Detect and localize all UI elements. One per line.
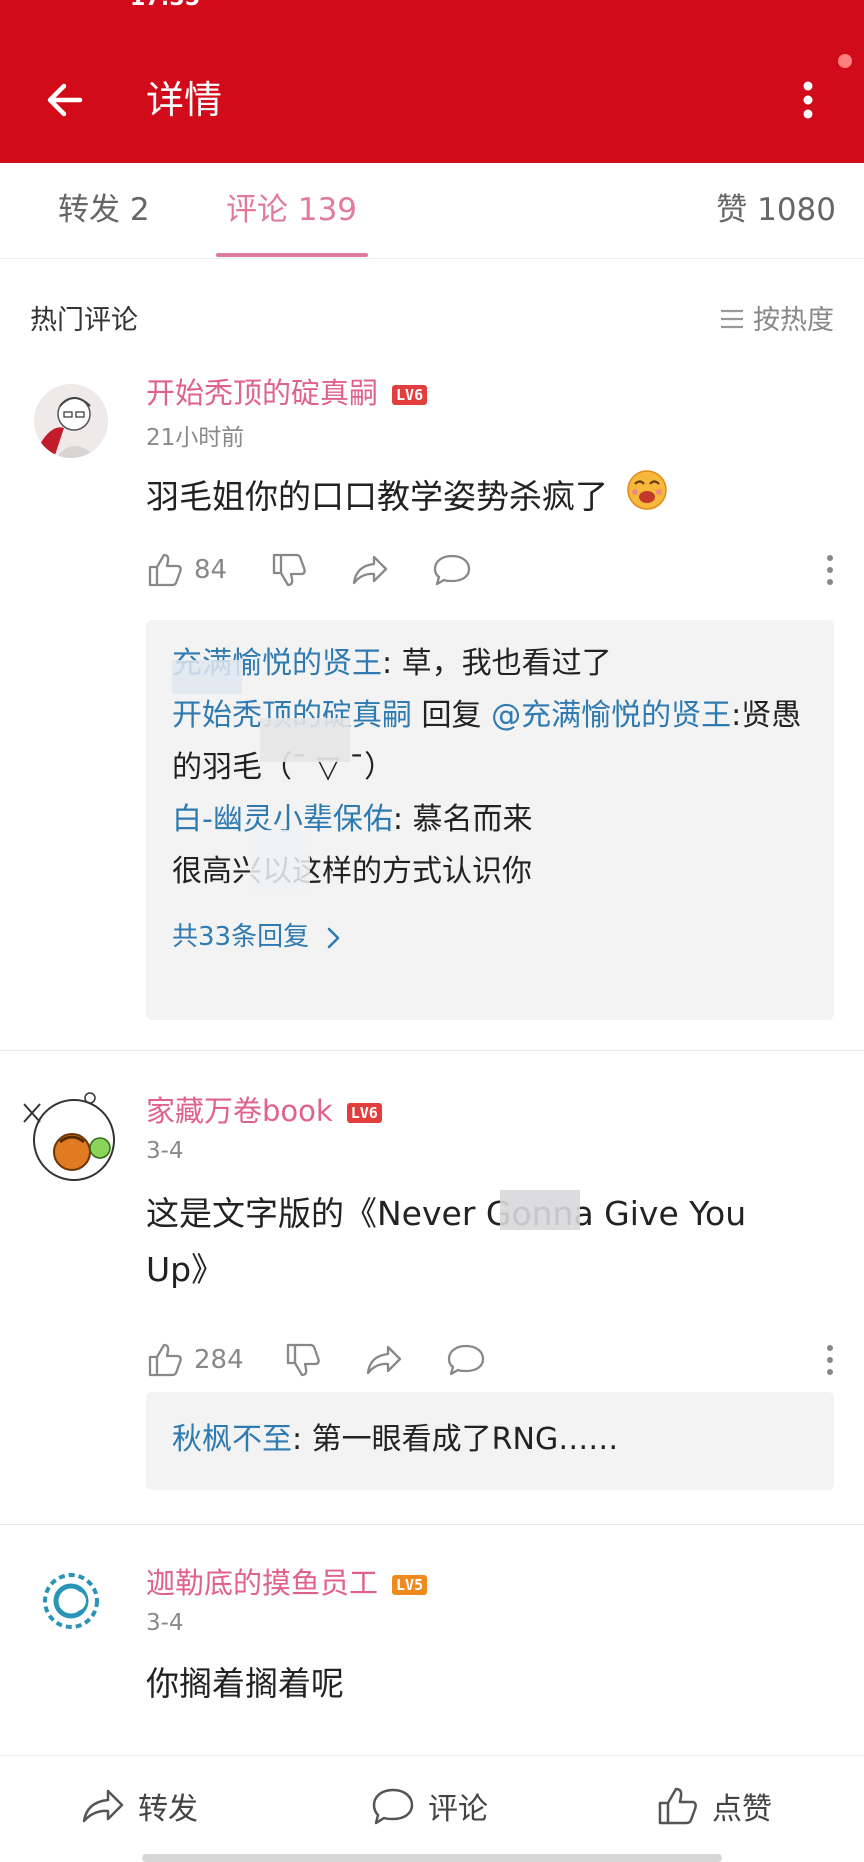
reply-text: 慕名而来 [412, 802, 533, 837]
comment-more-button[interactable] [824, 1340, 836, 1384]
app-bar: 17:35 详情 [0, 0, 864, 163]
obscured-area [260, 718, 350, 762]
thumbs-down-icon [286, 1343, 320, 1377]
comment-bubble-icon [447, 1344, 485, 1376]
tab-repost[interactable]: 转发 2 [58, 185, 150, 235]
reply-text: 很高兴以这样的方式认识你 [172, 854, 532, 889]
back-button[interactable] [40, 70, 100, 130]
thumbs-down-icon [272, 553, 306, 587]
share-button[interactable] [350, 548, 390, 592]
tab-comment[interactable]: 评论 139 [226, 185, 357, 235]
status-time: 17:35 [130, 0, 200, 11]
more-vertical-icon [827, 1345, 833, 1375]
share-arrow-icon [366, 1345, 402, 1375]
emoji-laugh-icon [625, 468, 669, 529]
avatar[interactable] [14, 1082, 120, 1188]
reply-separator: : [292, 1422, 312, 1457]
comment-bubble-icon [433, 554, 471, 586]
reply-text: 回复 [421, 698, 492, 733]
like-count: 284 [194, 1345, 244, 1375]
comment-text-line: 这是文字版的《Never Gonna Give You [146, 1194, 747, 1233]
username-text: 迦勒底的摸鱼员工 [146, 1566, 379, 1600]
repost-button[interactable]: 转发 [80, 1778, 198, 1834]
comment-text: 你搁着搁着呢 [146, 1664, 344, 1703]
avatar[interactable] [34, 384, 108, 458]
more-replies-label: 共33条回复 [172, 922, 310, 952]
reply-separator: : [392, 802, 413, 837]
thumbs-up-icon [148, 1343, 182, 1377]
comment-actions: 284 [146, 1338, 836, 1382]
reply-mention[interactable]: @充满愉悦的贤王 [491, 698, 731, 733]
reply-button[interactable] [446, 1338, 486, 1382]
bottom-action-bar: 转发 评论 点赞 [0, 1755, 864, 1862]
tab-like[interactable]: 赞 1080 [716, 185, 836, 235]
dislike-button[interactable] [270, 548, 308, 592]
like-label: 点赞 [712, 1792, 772, 1827]
thumbs-up-icon [148, 553, 182, 587]
like-button[interactable]: 284 [146, 1338, 244, 1382]
divider [0, 1524, 864, 1525]
obscured-area [172, 660, 242, 694]
comment-username[interactable]: 开始秃顶的碇真嗣 LV6 [146, 370, 428, 412]
repost-label: 转发 [138, 1792, 198, 1827]
obscured-area [250, 830, 310, 890]
comment-time: 3-4 [146, 1138, 184, 1164]
reply-preview-box[interactable]: 充满愉悦的贤王: 草，我也看过了 开始秃顶的碇真嗣 回复 @充满愉悦的贤王:贤愚… [146, 620, 834, 1020]
detail-tabs: 转发 2 评论 139 赞 1080 [0, 163, 864, 259]
view-all-replies-link[interactable]: 共33条回复 [172, 916, 343, 953]
sort-button[interactable]: 按热度 [719, 298, 834, 337]
comment-time: 3-4 [146, 1610, 184, 1636]
reply-text: 第一眼看成了RNG…… [311, 1422, 619, 1457]
comment-text: 羽毛姐你的口口教学姿势杀疯了 [146, 468, 796, 529]
comment-username[interactable]: 迦勒底的摸鱼员工 LV5 [146, 1560, 428, 1602]
comment-label: 评论 [428, 1792, 488, 1827]
comment-button[interactable]: 评论 [370, 1778, 488, 1834]
level-badge: LV5 [392, 1575, 428, 1595]
comment-text-body: 羽毛姐你的口口教学姿势杀疯了 [146, 477, 608, 516]
reply-line: 充满愉悦的贤王: 草，我也看过了 [172, 638, 812, 690]
like-post-button[interactable]: 点赞 [656, 1778, 772, 1834]
chevron-right-icon [328, 927, 340, 948]
more-menu-button[interactable] [788, 70, 828, 130]
comment-actions: 84 [146, 548, 836, 592]
reply-line: 秋枫不至: 第一眼看成了RNG…… [172, 1414, 812, 1466]
obscured-area [500, 1190, 580, 1230]
thumbs-up-icon [658, 1787, 697, 1825]
status-bar: 17:35 [0, 0, 864, 18]
level-badge: LV6 [346, 1103, 382, 1123]
reply-button[interactable] [432, 548, 472, 592]
level-badge: LV6 [392, 385, 428, 405]
reply-author[interactable]: 秋枫不至 [172, 1422, 292, 1457]
like-count: 84 [194, 555, 228, 585]
page-title: 详情 [146, 78, 223, 122]
hot-comments-title: 热门评论 [30, 305, 138, 336]
more-vertical-icon [827, 555, 833, 585]
active-tab-indicator [216, 253, 368, 257]
share-arrow-icon [352, 555, 388, 585]
reply-preview-box[interactable]: 秋枫不至: 第一眼看成了RNG…… [146, 1392, 834, 1490]
dislike-button[interactable] [284, 1338, 322, 1382]
comment-username[interactable]: 家藏万卷book LV6 [146, 1088, 382, 1130]
sort-label: 按热度 [753, 305, 834, 336]
share-button[interactable] [364, 1338, 404, 1382]
arrow-left-icon [47, 83, 83, 117]
like-button[interactable]: 84 [146, 548, 227, 592]
more-vertical-icon [803, 81, 813, 119]
comment-bubble-icon [372, 1788, 414, 1825]
comment-text-line: Up》 [146, 1250, 225, 1289]
username-text: 家藏万卷book [146, 1094, 333, 1128]
notification-dot [838, 54, 852, 68]
comment-more-button[interactable] [824, 550, 836, 594]
avatar[interactable] [36, 1566, 106, 1636]
reply-separator [412, 698, 422, 733]
share-arrow-icon [82, 1789, 124, 1823]
sort-icon [719, 306, 745, 337]
divider [0, 1050, 864, 1051]
comment-time: 21小时前 [146, 425, 245, 451]
comment-text: 这是文字版的《Never Gonna Give You Up》 [146, 1186, 796, 1298]
reply-separator: : [382, 646, 402, 681]
username-text: 开始秃顶的碇真嗣 [146, 376, 379, 410]
reply-text: 草，我也看过了 [401, 646, 612, 681]
